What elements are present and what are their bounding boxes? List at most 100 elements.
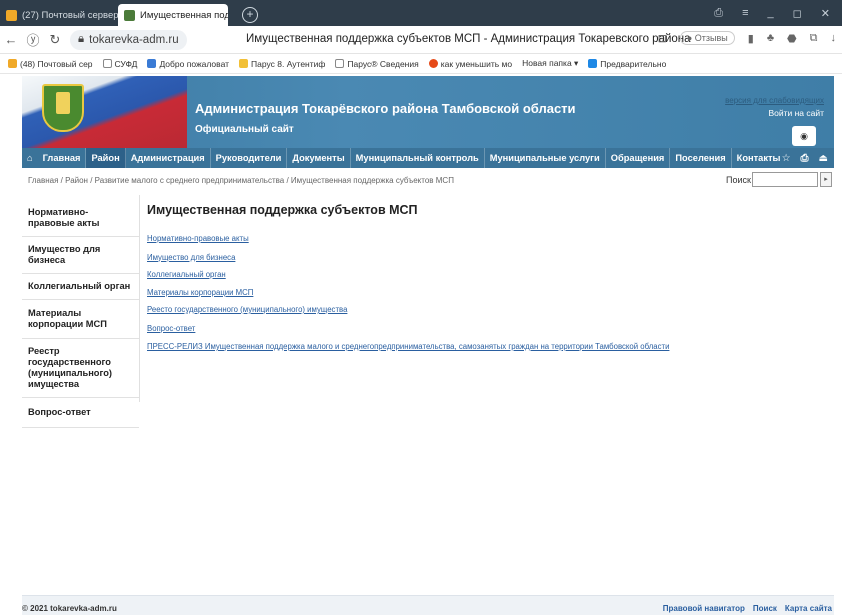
main-nav: ⌂ Главная Район Администрация Руководите… [22,148,834,168]
site-title[interactable]: Администрация Токарёвского района Тамбов… [195,101,576,116]
address-bar: ← ⓨ ↻ 🔒︎ tokarevka-adm.ru Имущественная … [0,26,842,54]
tab-label: Имущественная поддер [140,9,228,21]
url-text: tokarevka-adm.ru [89,33,179,46]
nav-item-district[interactable]: Район [86,148,126,168]
browser-tab-active[interactable]: Имущественная поддер ✕ [118,4,228,26]
bookmark-label: Добро пожаловат [159,58,230,69]
bookmark-favicon-icon [428,59,438,68]
page-title: Имущественная поддержка субъектов МСП - … [246,33,691,45]
footer-link-search[interactable]: Поиск [753,604,777,613]
content-links: Нормативно-правовые акты Имущество для б… [147,234,669,358]
bookmark-item[interactable]: СУФД [102,58,138,69]
search-label: Поиск [726,175,751,185]
nav-item-leaders[interactable]: Руководители [211,148,288,168]
back-arrow-icon[interactable]: ← [0,32,22,47]
lock-icon: 🔒︎ [78,33,85,45]
tab-label: (27) Почтовый сервер адм [22,9,118,21]
bookmark-favicon-icon [239,59,249,68]
nav-tools: ☆ ⎙ ⏏ [782,148,828,168]
bookmark-item[interactable]: (48) Почтовый сер [8,59,93,69]
footer: © 2021 tokarevka-adm.ru Правовой навигат… [22,595,834,615]
bookmark-favicon-icon [588,59,598,68]
search-input[interactable] [752,172,818,187]
copy-icon[interactable]: ⧉ [810,32,818,45]
minimize-icon[interactable]: _ [768,7,774,19]
content-link-property-for-business[interactable]: Имущество для бизнеса [147,253,669,269]
nav-item-municipal-control[interactable]: Муниципальный контроль [351,148,485,168]
login-link[interactable]: Войти на сайт [768,108,824,118]
bookmark-item[interactable]: как уменьшить мо [428,58,513,69]
sidebar-item-legal-acts[interactable]: Нормативно-правовые акты [22,195,139,237]
bookmark-icon[interactable]: ▮ [748,32,754,45]
bookmark-item[interactable]: Предварительно [588,59,666,69]
extension-icon[interactable]: ♣ [767,32,774,44]
bookmark-label: Парус® Сведения [347,58,419,69]
nav-item-main[interactable]: Главная [38,148,87,168]
bookmark-item[interactable]: Парус® Сведения [335,58,419,69]
url-field[interactable]: 🔒︎ tokarevka-adm.ru [70,29,187,50]
home-icon[interactable]: ⌂ [22,153,38,163]
sidebar: Нормативно-правовые акты Имущество для б… [22,195,140,428]
new-tab-button[interactable]: + [242,7,258,23]
bookmark-label: как уменьшить мо [440,58,513,69]
sidebar-item-property-registry[interactable]: Реестр государственного (муниципального)… [22,339,139,398]
search-button[interactable]: ▸ [820,172,832,187]
window-controls: ⎙ ≡ _ ◻ ✕ [714,0,842,26]
content-link-property-registry[interactable]: Реесто государственного (муниципального)… [147,305,669,321]
bookmark-label: (48) Почтовый сер [20,58,93,69]
district-emblem-icon[interactable] [42,84,84,132]
bookmark-label: Парус 8. Аутентиф [251,58,326,69]
copyright: © 2021 tokarevka-adm.ru [22,604,117,613]
document-icon [102,59,112,68]
breadcrumb[interactable]: Главная / Район / Развитие малого с сред… [28,176,454,185]
nav-item-appeals[interactable]: Обращения [606,148,671,168]
screenshot-icon[interactable]: ⎙ [714,7,723,20]
shield-icon[interactable]: ⬣ [787,32,797,45]
content-link-collegial-body[interactable]: Коллегиальный орган [147,270,669,286]
low-vision-link[interactable]: версия для слабовидящих [725,96,824,105]
maximize-icon[interactable]: ◻ [793,7,802,20]
footer-link-sitemap[interactable]: Карта сайта [785,604,832,613]
sidebar-item-collegial-body[interactable]: Коллегиальный орган [22,274,139,300]
reviews-button[interactable]: ● Отзывы [679,31,735,45]
bookmark-item[interactable]: Добро пожаловат [147,59,229,69]
content-link-qa[interactable]: Вопрос-ответ [147,324,669,340]
content-title: Имущественная поддержка субъектов МСП [147,203,418,217]
sidebar-item-qa[interactable]: Вопрос-ответ [22,398,139,428]
nav-item-contacts[interactable]: Контакты [732,148,786,168]
content-link-press-release[interactable]: ПРЕСС-РЕЛИЗ Имущественная поддержка мало… [147,342,669,358]
nav-item-documents[interactable]: Документы [287,148,351,168]
bookmark-favicon-icon [147,59,157,68]
nav-item-municipal-services[interactable]: Муниципальные услуги [485,148,606,168]
document-icon [335,59,345,68]
bookmark-item[interactable]: Парус 8. Аутентиф [239,59,325,69]
browser-tab-strip: (27) Почтовый сервер адм ✕ Имущественная… [0,0,842,26]
address-bar-tools: ⊡ ● Отзывы ▮ ♣ ⬣ ⧉ ↓ [658,31,836,45]
star-icon[interactable]: ☆ [782,153,791,164]
print-icon[interactable]: ⎙ [801,153,809,164]
content-link-legal-acts[interactable]: Нормативно-правовые акты [147,234,669,250]
close-window-icon[interactable]: ✕ [821,7,830,20]
mail-favicon-icon [6,9,17,21]
nav-item-settlements[interactable]: Поселения [670,148,732,168]
browser-tab-mail[interactable]: (27) Почтовый сервер адм ✕ [0,4,118,26]
menu-icon[interactable]: ≡ [742,7,748,19]
bookmark-label: Предварительно [600,58,667,69]
download-icon[interactable]: ↓ [831,32,837,44]
reload-icon[interactable]: ↻ [44,32,66,48]
site-favicon-icon [124,9,135,21]
protect-icon[interactable]: ⊡ [658,32,667,45]
nav-item-administration[interactable]: Администрация [126,148,211,168]
footer-link-legal-navigator[interactable]: Правовой навигатор [663,604,745,613]
sidebar-item-msp-materials[interactable]: Материалы корпорации МСП [22,300,139,339]
share-icon[interactable]: ⏏ [819,153,828,164]
sidebar-item-property-for-business[interactable]: Имущество для бизнеса [22,237,139,274]
yandex-icon[interactable]: ⓨ [22,30,44,49]
bookmark-label: Новая папка ▾ [522,58,579,68]
bookmark-favicon-icon [8,59,17,68]
content-link-msp-materials[interactable]: Материалы корпорации МСП [147,288,669,304]
bookmark-folder[interactable]: Новая папка ▾ [522,58,578,69]
bookmarks-bar: (48) Почтовый сер СУФД Добро пожаловат П… [0,54,842,74]
eye-icon[interactable]: ◉ [792,126,816,146]
bookmark-label: СУФД [114,58,138,69]
